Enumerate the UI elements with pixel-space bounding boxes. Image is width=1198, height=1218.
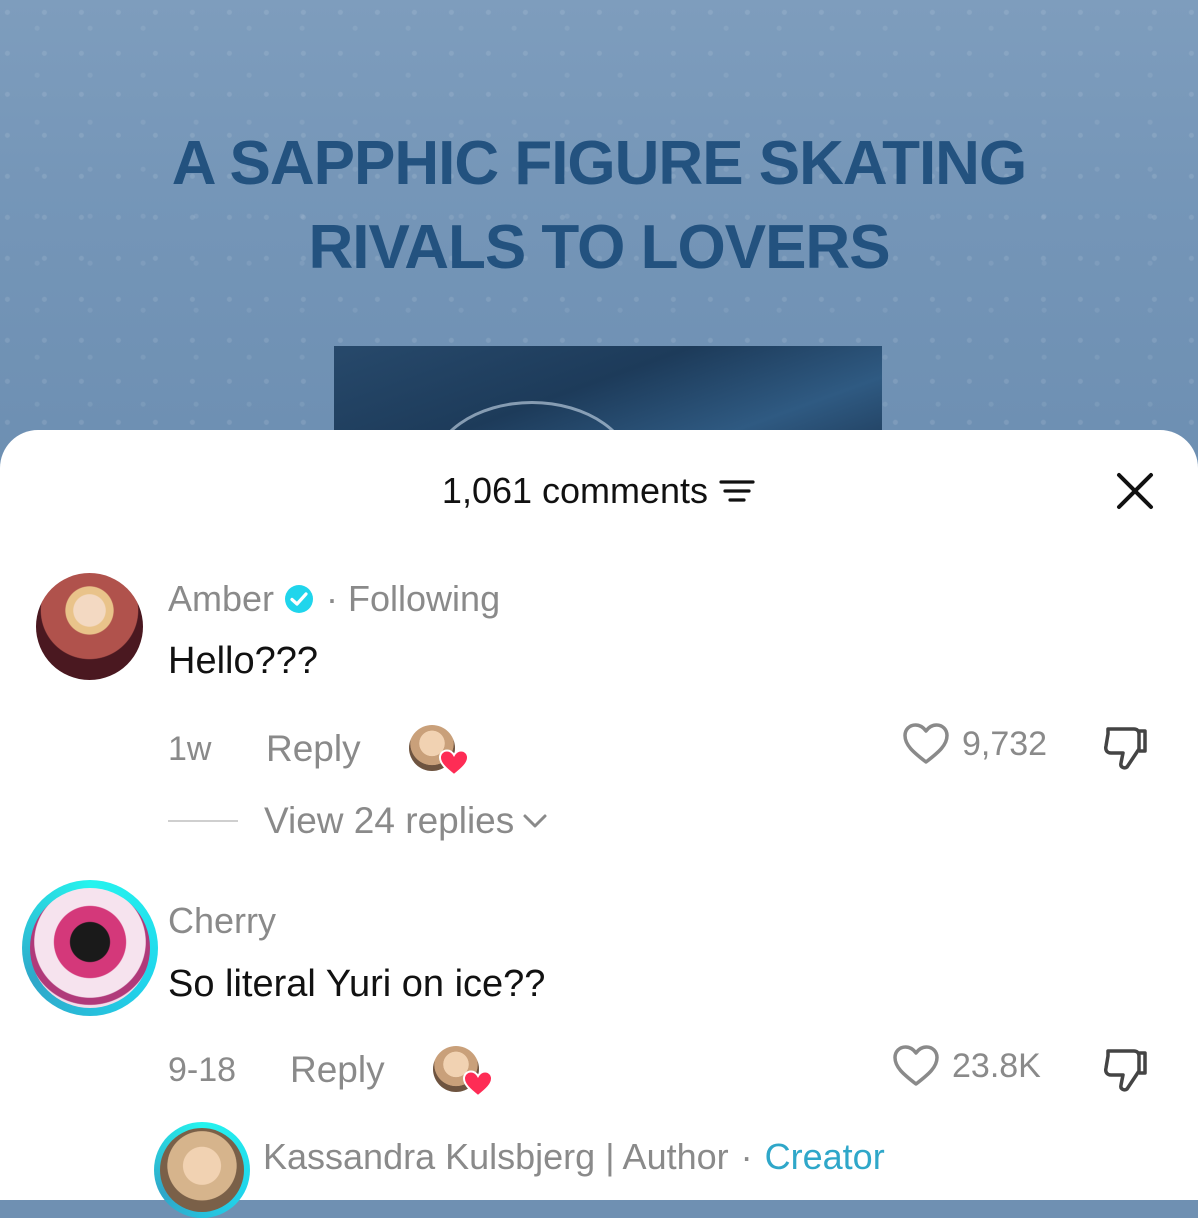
reply-button[interactable]: Reply: [266, 728, 361, 770]
video-frame[interactable]: A SAPPHIC FIGURE SKATING RIVALS TO LOVER…: [0, 0, 1198, 547]
avatar-image: [30, 888, 150, 1008]
like-count: 23.8K: [952, 1046, 1041, 1085]
dislike-icon[interactable]: [1100, 723, 1150, 773]
reply-username[interactable]: Kassandra Kulsbjerg | Author: [263, 1136, 729, 1178]
comment-text: Hello???: [168, 640, 318, 682]
reply-button[interactable]: Reply: [290, 1049, 385, 1091]
comments-header: 1,061 comments: [0, 470, 1198, 514]
separator-dot: ·: [326, 578, 339, 619]
creator-badge: Creator: [764, 1136, 885, 1177]
heart-filled-icon: [438, 749, 469, 777]
comment-username[interactable]: Amber: [168, 578, 274, 620]
reply-author-row: Kassandra Kulsbjerg | Author · Creator: [263, 1136, 885, 1178]
avatar[interactable]: [36, 573, 143, 680]
thread-line: [168, 820, 238, 822]
heart-outline-icon[interactable]: [892, 1044, 940, 1088]
comments-sheet: 1,061 comments Amber · Following Hello??…: [0, 430, 1198, 1218]
comment-username[interactable]: Cherry: [168, 900, 276, 942]
following-label: Following: [348, 578, 501, 619]
close-icon[interactable]: [1114, 470, 1156, 512]
comment-meta-row: 9-18 Reply: [168, 1046, 493, 1098]
heart-filled-icon: [462, 1070, 493, 1098]
comment-time: 1w: [168, 729, 212, 768]
comment-count-sort[interactable]: 1,061 comments: [442, 470, 756, 512]
heart-outline-icon[interactable]: [902, 722, 950, 766]
view-replies-label: View 24 replies: [264, 800, 515, 841]
separator-dot: ·: [740, 1136, 753, 1177]
video-caption-line-1: A SAPPHIC FIGURE SKATING: [171, 129, 1027, 198]
like-count: 9,732: [962, 724, 1048, 763]
comment-author-row: Amber · Following: [168, 578, 500, 620]
verified-badge-icon: [285, 585, 314, 613]
comment-count: 1,061 comments: [441, 470, 709, 511]
chevron-down-icon: [523, 814, 547, 828]
comment-meta-row: 1w Reply: [168, 725, 469, 777]
view-replies-button[interactable]: View 24 replies: [168, 800, 548, 842]
video-caption-line-2: RIVALS TO LOVERS: [308, 213, 890, 282]
creator-liked-badge: [432, 1046, 493, 1098]
avatar[interactable]: [154, 1122, 250, 1218]
comment-author-row: Cherry: [168, 900, 276, 942]
like-group[interactable]: 23.8K: [892, 1044, 1041, 1088]
dislike-icon[interactable]: [1100, 1045, 1150, 1095]
avatar-image: [160, 1128, 244, 1212]
comment-text: So literal Yuri on ice??: [168, 963, 546, 1005]
avatar[interactable]: [22, 880, 158, 1016]
video-caption: A SAPPHIC FIGURE SKATING RIVALS TO LOVER…: [0, 122, 1198, 290]
like-group[interactable]: 9,732: [902, 722, 1047, 766]
comment-time: 9-18: [168, 1050, 237, 1089]
creator-liked-badge: [408, 725, 469, 777]
filter-lines-icon[interactable]: [718, 476, 756, 506]
